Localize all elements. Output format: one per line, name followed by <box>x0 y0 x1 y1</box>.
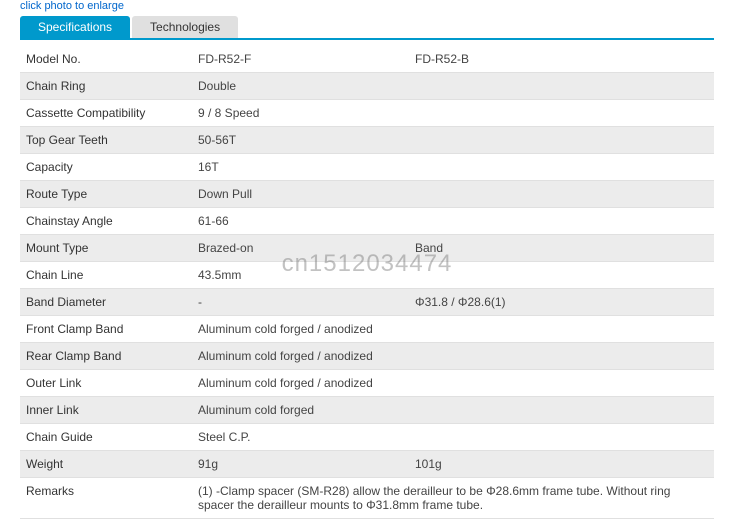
spec-value-2: Band <box>409 235 714 262</box>
table-row: Weight91g101g <box>20 451 714 478</box>
spec-label: Inner Link <box>20 397 192 424</box>
spec-label: Cassette Compatibility <box>20 100 192 127</box>
spec-label: Remarks <box>20 478 192 519</box>
spec-table: Model No.FD-R52-FFD-R52-BChain RingDoubl… <box>20 46 714 519</box>
table-row: Model No.FD-R52-FFD-R52-B <box>20 46 714 73</box>
spec-label: Mount Type <box>20 235 192 262</box>
spec-value-1: Brazed-on <box>192 235 409 262</box>
table-row: Chain RingDouble <box>20 73 714 100</box>
spec-value-1: - <box>192 289 409 316</box>
spec-label: Chain Line <box>20 262 192 289</box>
spec-value: 50-56T <box>192 127 714 154</box>
spec-value: 43.5mm <box>192 262 714 289</box>
spec-value: Aluminum cold forged / anodized <box>192 316 714 343</box>
tab-technologies[interactable]: Technologies <box>132 16 238 38</box>
spec-value: Aluminum cold forged / anodized <box>192 370 714 397</box>
spec-value-1: 91g <box>192 451 409 478</box>
table-row: Chain Line43.5mm <box>20 262 714 289</box>
spec-value-1: FD-R52-F <box>192 46 409 73</box>
table-row: Chainstay Angle61-66 <box>20 208 714 235</box>
table-row: Chain GuideSteel C.P. <box>20 424 714 451</box>
spec-label: Model No. <box>20 46 192 73</box>
table-row: Mount TypeBrazed-onBand <box>20 235 714 262</box>
spec-label: Front Clamp Band <box>20 316 192 343</box>
spec-value: 9 / 8 Speed <box>192 100 714 127</box>
tab-specifications[interactable]: Specifications <box>20 16 130 38</box>
spec-value: Down Pull <box>192 181 714 208</box>
spec-label: Outer Link <box>20 370 192 397</box>
tab-bar: Specifications Technologies <box>20 16 714 40</box>
spec-value: Aluminum cold forged / anodized <box>192 343 714 370</box>
table-row: Top Gear Teeth50-56T <box>20 127 714 154</box>
spec-label: Weight <box>20 451 192 478</box>
spec-label: Route Type <box>20 181 192 208</box>
spec-value: Steel C.P. <box>192 424 714 451</box>
table-row: Capacity16T <box>20 154 714 181</box>
spec-value-2: Φ31.8 / Φ28.6(1) <box>409 289 714 316</box>
table-row: Cassette Compatibility9 / 8 Speed <box>20 100 714 127</box>
spec-value-2: 101g <box>409 451 714 478</box>
spec-label: Chain Guide <box>20 424 192 451</box>
spec-label: Band Diameter <box>20 289 192 316</box>
table-row: Rear Clamp BandAluminum cold forged / an… <box>20 343 714 370</box>
table-row: Outer LinkAluminum cold forged / anodize… <box>20 370 714 397</box>
spec-value: Double <box>192 73 714 100</box>
spec-label: Chain Ring <box>20 73 192 100</box>
spec-value: Aluminum cold forged <box>192 397 714 424</box>
table-row: Remarks(1) -Clamp spacer (SM-R28) allow … <box>20 478 714 519</box>
enlarge-link[interactable]: click photo to enlarge <box>0 0 734 16</box>
spec-label: Rear Clamp Band <box>20 343 192 370</box>
spec-label: Top Gear Teeth <box>20 127 192 154</box>
spec-value-2: FD-R52-B <box>409 46 714 73</box>
spec-value: (1) -Clamp spacer (SM-R28) allow the der… <box>192 478 714 519</box>
spec-value: 16T <box>192 154 714 181</box>
table-row: Inner LinkAluminum cold forged <box>20 397 714 424</box>
spec-label: Capacity <box>20 154 192 181</box>
table-row: Route TypeDown Pull <box>20 181 714 208</box>
spec-value: 61-66 <box>192 208 714 235</box>
table-row: Band Diameter-Φ31.8 / Φ28.6(1) <box>20 289 714 316</box>
spec-label: Chainstay Angle <box>20 208 192 235</box>
table-row: Front Clamp BandAluminum cold forged / a… <box>20 316 714 343</box>
